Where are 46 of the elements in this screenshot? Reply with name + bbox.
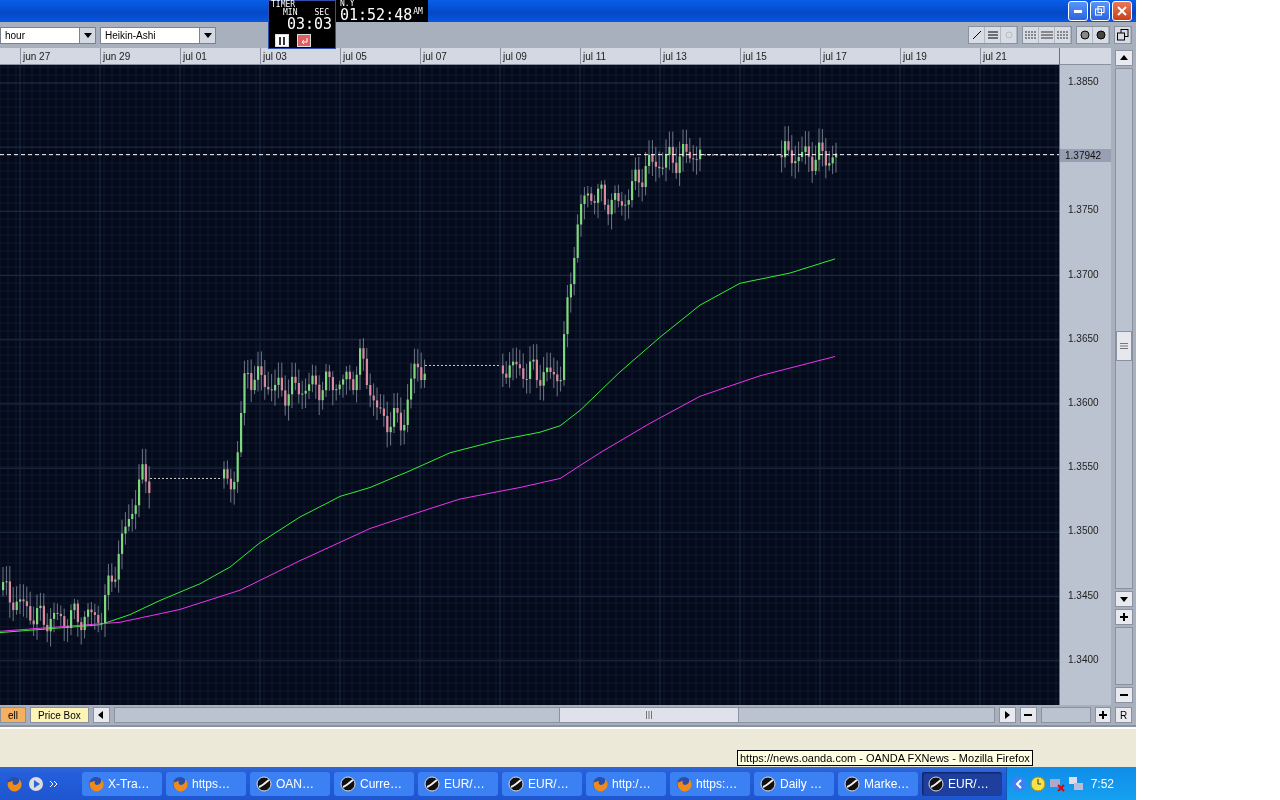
seconds-label: SEC — [314, 9, 329, 17]
price-label: 1.3750 — [1068, 204, 1099, 216]
tooltip: https://news.oanda.com - OANDA FXNews - Mozilla Firefox — [737, 750, 1033, 766]
taskbar-button[interactable]: X-Tra… — [82, 771, 162, 796]
date-label: jun 29 — [100, 48, 180, 64]
date-label: jul 11 — [580, 48, 660, 64]
timer-title: TIMER — [271, 1, 296, 9]
taskbar-button[interactable]: Curre… — [334, 771, 414, 796]
taskbar-button[interactable]: http:/… — [586, 771, 666, 796]
price-label: 1.3550 — [1068, 461, 1099, 473]
date-label: jul 07 — [420, 48, 500, 64]
taskbar-button[interactable]: EUR/… — [502, 771, 582, 796]
taskbar-button[interactable]: EUR/… — [922, 771, 1002, 796]
taskbar-button[interactable]: Marke… — [838, 771, 918, 796]
date-label: jul 13 — [660, 48, 740, 64]
current-price-label: 1.37942 — [1060, 148, 1111, 162]
taskbar-button[interactable]: https:… — [670, 771, 750, 796]
date-label: jul 15 — [740, 48, 820, 64]
toolbar-tab[interactable]: Price Box — [30, 707, 89, 723]
price-label: 1.3700 — [1068, 268, 1099, 280]
date-label: jul 17 — [820, 48, 900, 64]
minutes-label: MIN — [283, 9, 298, 17]
price-label: 1.3650 — [1068, 332, 1099, 344]
chart-type-dropdown[interactable]: Heikin-Ashi — [100, 26, 216, 44]
price-label: 1.3600 — [1068, 397, 1099, 408]
taskbar-button[interactable]: Daily … — [754, 771, 834, 796]
date-label: jun 27 — [20, 48, 100, 64]
reset-button[interactable]: R — [1115, 707, 1133, 723]
price-label: 1.3400 — [1068, 653, 1099, 665]
taskbar-button[interactable]: EUR/… — [418, 771, 498, 796]
clock-label: N.Y — [340, 0, 356, 8]
timer-value: 03:03 — [286, 17, 333, 32]
price-label: 1.3500 — [1068, 525, 1099, 537]
toolbar-tab[interactable]: ell — [0, 707, 26, 723]
date-label: jul 05 — [340, 48, 420, 64]
date-label: jul 19 — [900, 48, 980, 64]
date-label: jul 01 — [180, 48, 260, 64]
clock-value: 01:52:48 — [340, 8, 413, 23]
price-label: 1.3450 — [1068, 589, 1099, 601]
taskbar-button[interactable]: OAN… — [250, 771, 330, 796]
price-label: 1.3850 — [1068, 76, 1099, 87]
timeframe-dropdown[interactable]: hour — [0, 26, 96, 44]
clock-time: 7:52 — [1090, 776, 1114, 791]
taskbar-button[interactable]: https… — [166, 771, 246, 796]
date-label: jul 09 — [500, 48, 580, 64]
meridiem-label: AM — [413, 8, 423, 16]
